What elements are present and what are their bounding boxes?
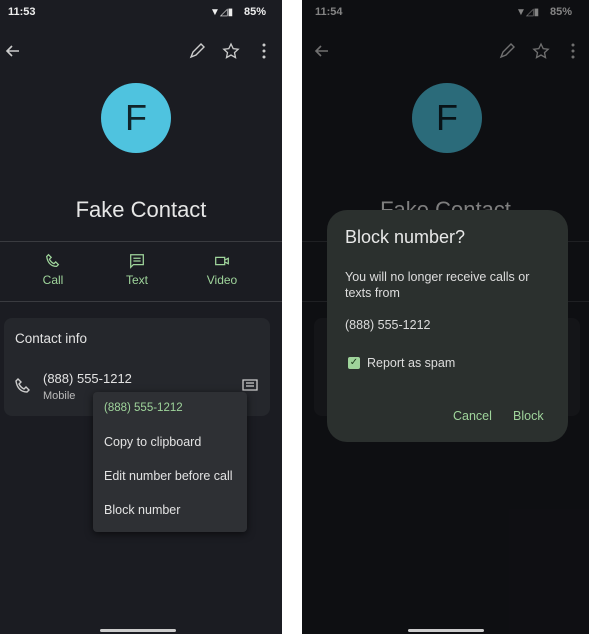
call-action-button[interactable]: Call [23, 252, 83, 287]
context-menu: (888) 555-1212 Copy to clipboard Edit nu… [93, 392, 247, 532]
home-indicator[interactable] [100, 629, 176, 632]
call-label: Call [42, 273, 64, 287]
video-label: Video [206, 273, 238, 287]
divider [0, 241, 282, 242]
contact-name: Fake Contact [75, 197, 207, 222]
dialog-title: Block number? [345, 227, 466, 247]
message-icon [130, 254, 144, 269]
video-action-button[interactable]: Video [192, 252, 252, 287]
divider [0, 301, 282, 302]
phone-screen-left: 11:53 85% ▼◿▮ F Fake Contact Call Text V… [0, 0, 282, 634]
back-arrow-icon[interactable] [3, 41, 23, 61]
more-options-icon[interactable] [254, 41, 274, 61]
phone-icon [15, 378, 30, 393]
dialog-body: You will no longer receive calls or text… [345, 270, 530, 300]
home-indicator[interactable] [408, 629, 484, 632]
wifi-signal-battery-icon: ▼◿▮ [210, 7, 234, 18]
status-time: 11:53 [8, 6, 36, 18]
phone-screen-right: 11:54 85% ▼◿▮ F Fake Contact Block numbe… [302, 0, 589, 634]
menu-item-block-number[interactable]: Block number [104, 503, 180, 517]
text-label: Text [125, 273, 148, 287]
phone-number[interactable]: (888) 555-1212 [43, 371, 132, 386]
contact-info-title: Contact info [15, 331, 88, 346]
block-number-dialog: Block number? You will no longer receive… [327, 210, 568, 442]
edit-pencil-icon[interactable] [187, 41, 207, 61]
avatar: F [101, 83, 171, 153]
menu-item-copy[interactable]: Copy to clipboard [104, 435, 201, 449]
report-spam-checkbox[interactable]: ✓ [348, 357, 360, 369]
video-icon [215, 256, 229, 266]
dialog-number: (888) 555-1212 [345, 318, 431, 332]
menu-item-edit-number[interactable]: Edit number before call [104, 469, 233, 483]
block-button[interactable]: Block [513, 409, 544, 423]
star-icon[interactable] [221, 41, 241, 61]
text-action-button[interactable]: Text [107, 252, 167, 287]
report-spam-label[interactable]: Report as spam [367, 356, 455, 370]
cancel-button[interactable]: Cancel [453, 409, 492, 423]
phone-type: Mobile [43, 390, 76, 402]
menu-header-number: (888) 555-1212 [104, 402, 183, 414]
battery-level: 85% [244, 6, 267, 18]
phone-icon [46, 253, 60, 268]
